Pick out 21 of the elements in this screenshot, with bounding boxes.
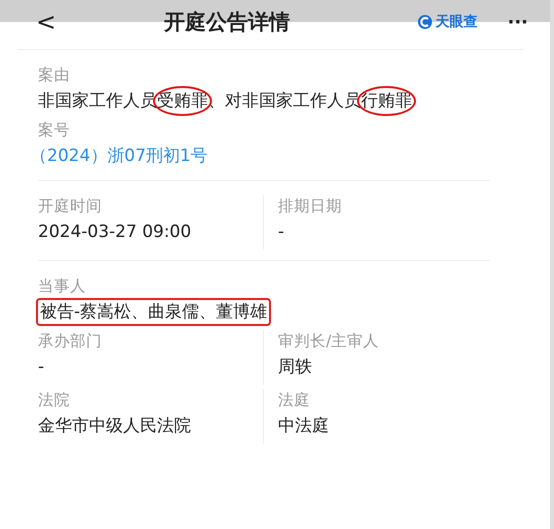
field-value: 中法庭 [278,415,329,438]
field-label: 排期日期 [278,196,343,217]
page-title: 开庭公告详情 [164,9,291,36]
field-value: 被告-蔡嵩松、曲泉儒、董博雄 [38,300,270,324]
field-value: 2024-03-27 09:00 [38,221,192,244]
more-button[interactable]: ··· [507,12,528,32]
logo-icon [417,14,434,30]
field-label: 案由 [38,65,71,86]
field-label: 法院 [38,390,71,411]
field-value: 周轶 [278,356,312,379]
back-button[interactable]: < [36,8,156,36]
brand-name: 天眼查 [435,13,478,31]
field-label: 当事人 [38,276,87,297]
field-label: 案号 [38,120,71,141]
field-label: 法庭 [278,390,311,411]
field-value: - [278,221,284,244]
field-label: 审判长/主审人 [278,331,380,352]
field-value: - [38,356,44,379]
field-value: 金华市中级人民法院 [38,415,191,438]
field-label: 开庭时间 [38,196,103,217]
field-label: 承办部门 [38,331,103,352]
